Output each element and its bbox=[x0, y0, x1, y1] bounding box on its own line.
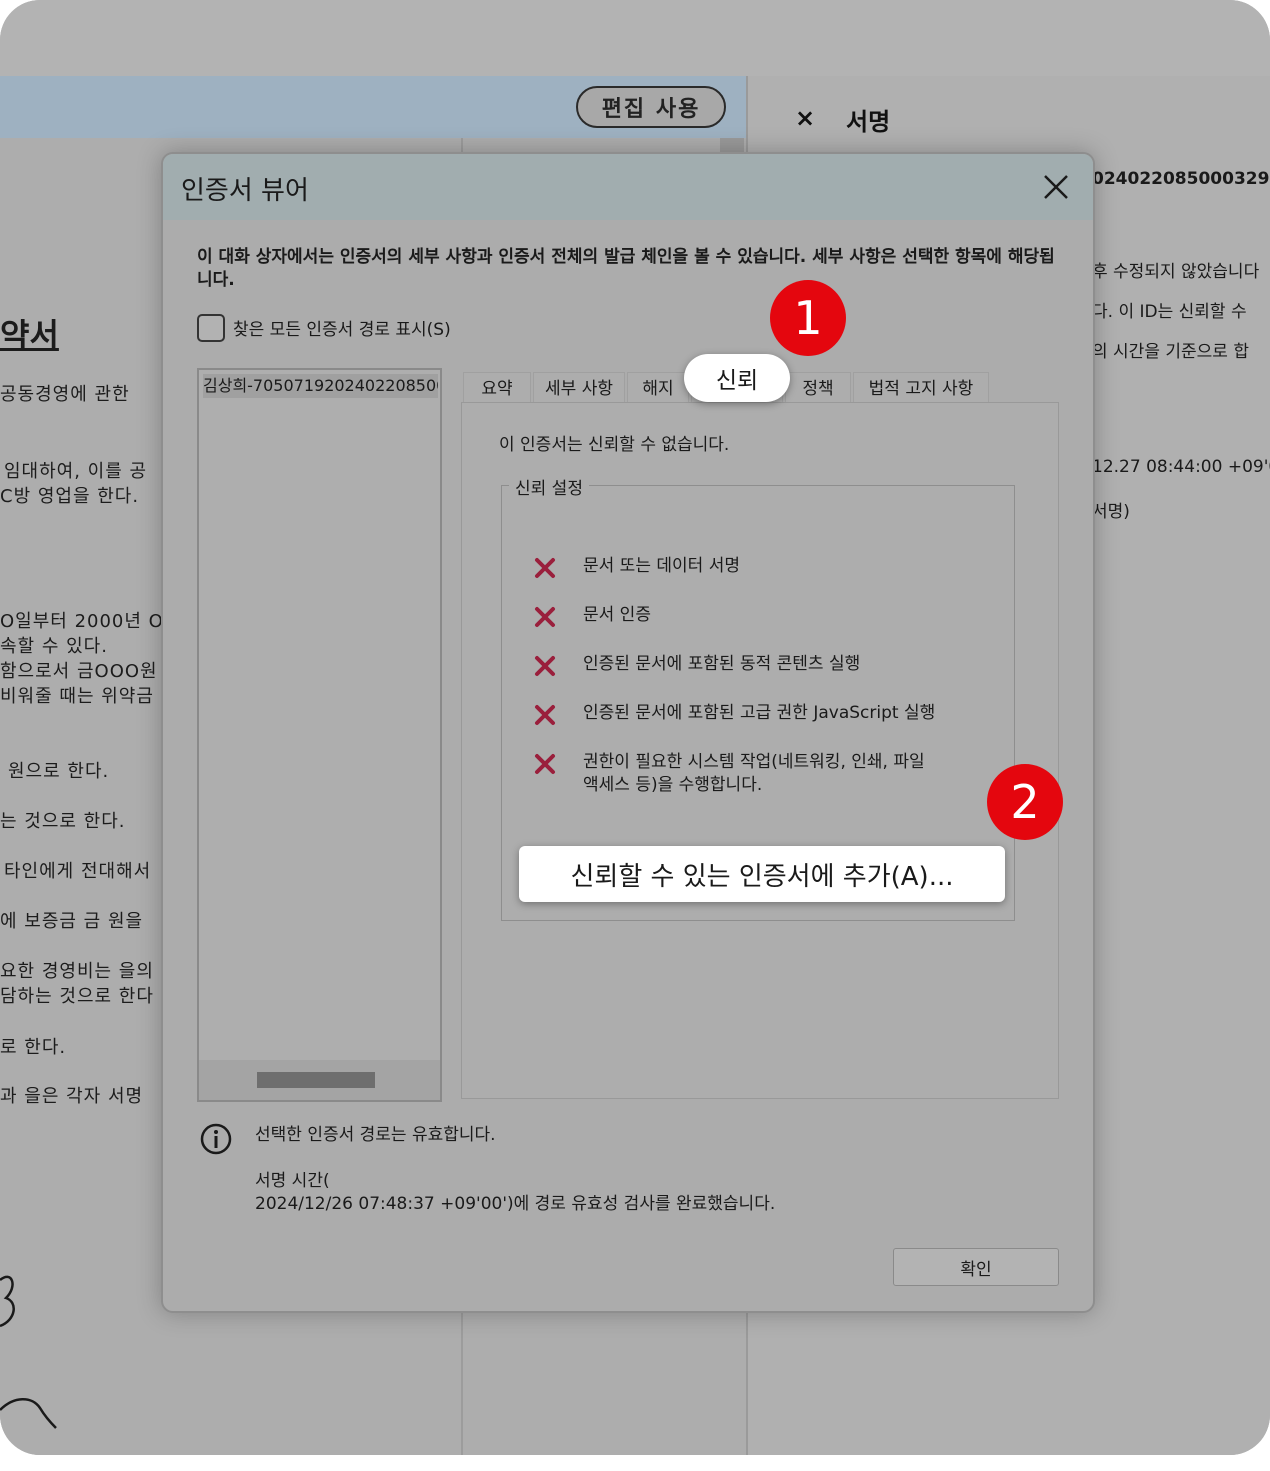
close-icon[interactable] bbox=[1041, 172, 1071, 202]
red-x-icon bbox=[535, 607, 555, 627]
signature-info-line: 의 시간을 기준으로 합 bbox=[1092, 342, 1249, 362]
red-x-icon bbox=[535, 705, 555, 725]
signing-time-status: 서명 시간( bbox=[255, 1171, 330, 1191]
document-line: C방 영업을 한다. bbox=[0, 486, 140, 507]
enable-editing-button[interactable]: 편집 사용 bbox=[576, 86, 726, 128]
tab-trust[interactable]: 신뢰 bbox=[684, 354, 790, 402]
path-valid-status: 선택한 인증서 경로는 유효합니다. bbox=[255, 1125, 496, 1145]
annotation-marker-2: 2 bbox=[987, 764, 1063, 840]
signature-panel-title: 서명 bbox=[846, 108, 891, 136]
permission-label: 권한이 필요한 시스템 작업(네트워킹, 인쇄, 파일 bbox=[583, 752, 925, 772]
trust-settings-label: 신뢰 설정 bbox=[509, 474, 589, 499]
trust-status-message: 이 인증서는 신뢰할 수 없습니다. bbox=[499, 435, 730, 455]
top-toolbar bbox=[0, 0, 1270, 76]
tree-horizontal-scrollbar[interactable] bbox=[199, 1060, 440, 1100]
document-line: 공동경영에 관한 bbox=[0, 384, 130, 405]
document-line: 요한 경영비는 을의 bbox=[0, 961, 154, 982]
tab-revocation[interactable]: 해지 bbox=[627, 372, 689, 404]
signature-info-line: 후 수정되지 않았습니다 bbox=[1092, 262, 1260, 282]
tab-summary[interactable]: 요약 bbox=[463, 372, 531, 404]
permission-label: 문서 인증 bbox=[583, 605, 651, 625]
signature-id: 02402208500032930 bbox=[1092, 169, 1270, 189]
tab-policies[interactable]: 정책 bbox=[785, 372, 851, 404]
tab-details[interactable]: 세부 사항 bbox=[533, 372, 625, 404]
signature-info-line: 다. 이 ID는 신뢰할 수 bbox=[1092, 302, 1247, 322]
tree-item-certificate[interactable]: 김상희-7050719202402208500 bbox=[203, 374, 438, 398]
document-line: 는 것으로 한다. bbox=[0, 811, 126, 832]
permission-label-continued: 액세스 등)을 수행합니다. bbox=[583, 775, 763, 795]
document-line: 원으로 한다. bbox=[8, 761, 110, 782]
show-all-paths-checkbox[interactable] bbox=[197, 314, 225, 342]
document-line: 로 한다. bbox=[0, 1037, 67, 1058]
signature-panel-close-icon[interactable]: × bbox=[795, 104, 815, 132]
red-x-icon bbox=[535, 656, 555, 676]
document-line: 비워줄 때는 위약금 bbox=[0, 686, 154, 707]
red-x-icon bbox=[535, 558, 555, 578]
signature-time: 12.27 08:44:00 +09'00' bbox=[1092, 457, 1270, 477]
annotation-marker-1: 1 bbox=[770, 280, 846, 356]
signing-time-status-continued: 2024/12/26 07:48:37 +09'00')에 경로 유효성 검사를… bbox=[255, 1194, 776, 1214]
document-line: 에 보증금 금 원을 bbox=[0, 911, 144, 932]
document-line: 임대하여, 이를 공 bbox=[4, 461, 148, 482]
document-line: 함으로서 금OOO원 bbox=[0, 661, 158, 682]
permission-label: 문서 또는 데이터 서명 bbox=[583, 556, 740, 576]
red-x-icon bbox=[535, 754, 555, 774]
certificate-path-tree[interactable]: 김상희-7050719202402208500 bbox=[197, 368, 442, 1102]
document-line: 담하는 것으로 한다 bbox=[0, 986, 154, 1007]
info-icon bbox=[200, 1123, 232, 1155]
dialog-title: 인증서 뷰어 bbox=[181, 176, 309, 206]
document-line: 타인에게 전대해서 bbox=[4, 861, 152, 882]
handwritten-signature bbox=[0, 1275, 57, 1429]
document-title: 약서 bbox=[0, 316, 59, 354]
tree-scroll-thumb[interactable] bbox=[257, 1072, 375, 1088]
add-to-trusted-certificates-button[interactable]: 신뢰할 수 있는 인증서에 추가(A)... bbox=[519, 846, 1005, 902]
permission-label: 인증된 문서에 포함된 고급 권한 JavaScript 실행 bbox=[583, 703, 936, 723]
document-line: 속할 수 있다. bbox=[0, 636, 108, 657]
ok-button[interactable]: 확인 bbox=[893, 1248, 1059, 1286]
show-all-paths-label: 찾은 모든 인증서 경로 표시(S) bbox=[233, 320, 451, 340]
document-line: 과 을은 각자 서명 bbox=[0, 1086, 144, 1107]
dialog-description: 이 대화 상자에서는 인증서의 세부 사항과 인증서 전체의 발급 체인을 볼 … bbox=[197, 247, 1055, 290]
signature-info-line: 서명) bbox=[1092, 502, 1130, 522]
tab-legal-notice[interactable]: 법적 고지 사항 bbox=[853, 372, 989, 404]
permission-label: 인증된 문서에 포함된 동적 콘텐츠 실행 bbox=[583, 654, 861, 674]
document-scroll-nub[interactable] bbox=[720, 138, 744, 152]
certificate-viewer-dialog: 인증서 뷰어 이 대화 상자에서는 인증서의 세부 사항과 인증서 전체의 발급… bbox=[161, 152, 1095, 1313]
document-line: O일부터 2000년 O bbox=[0, 611, 164, 632]
